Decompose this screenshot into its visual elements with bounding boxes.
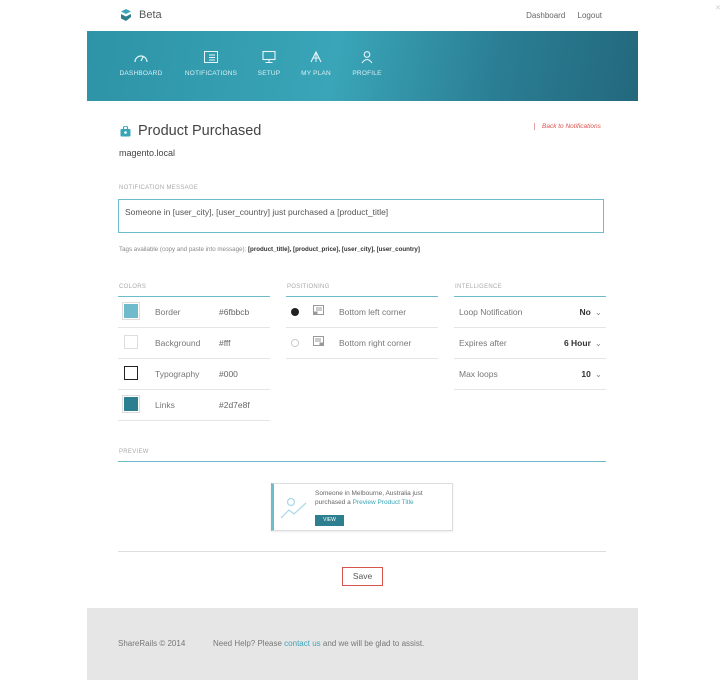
form-divider — [118, 551, 606, 552]
setting-name: Loop Notification — [459, 307, 523, 317]
position-radio-unselected[interactable] — [291, 339, 299, 347]
color-name: Typography — [155, 369, 200, 379]
color-row-border[interactable]: Border #6fbbcb — [118, 297, 270, 328]
color-value: #000 — [219, 369, 238, 379]
color-name: Links — [155, 400, 175, 410]
position-option-bottom-left[interactable]: Bottom left corner — [286, 297, 438, 328]
nav-label: DASHBOARD — [119, 70, 163, 77]
select-value: 10 — [581, 369, 591, 379]
nav-profile[interactable]: PROFILE — [351, 50, 383, 77]
position-radio-selected[interactable] — [291, 308, 299, 316]
list-icon — [204, 51, 218, 63]
contact-us-link[interactable]: contact us — [284, 639, 320, 648]
header-banner: DASHBOARD NOTIFICATIONS SETUP MY PLAN PR… — [87, 31, 638, 101]
chevron-down-icon: ⌄ — [594, 307, 602, 317]
position-option-bottom-right[interactable]: Bottom right corner — [286, 328, 438, 359]
color-name: Border — [155, 307, 181, 317]
positioning-panel: Bottom left corner Bottom right corner — [286, 296, 438, 359]
border-color-swatch[interactable] — [122, 302, 140, 320]
color-row-background[interactable]: Background #fff — [118, 328, 270, 359]
color-row-links[interactable]: Links #2d7e8f — [118, 390, 270, 421]
nav-label: NOTIFICATIONS — [184, 70, 238, 77]
bottom-right-layout-icon — [313, 336, 324, 346]
brand-name: Beta — [139, 9, 162, 21]
expires-after-row[interactable]: Expires after 6 Hour ⌄ — [454, 328, 606, 359]
nav-notifications[interactable]: NOTIFICATIONS — [183, 50, 239, 77]
shopping-bag-icon — [120, 125, 131, 136]
nav-my-plan[interactable]: MY PLAN — [299, 50, 333, 77]
message-section-label: NOTIFICATION MESSAGE — [119, 185, 199, 191]
color-value: #6fbbcb — [219, 307, 250, 317]
position-name: Bottom left corner — [339, 307, 407, 317]
logout-link[interactable]: Logout — [578, 11, 602, 20]
user-icon — [361, 51, 373, 64]
tags-available: Tags available (copy and paste into mess… — [119, 246, 420, 253]
expires-after-select[interactable]: 6 Hour ⌄ — [564, 338, 602, 349]
notification-preview-card: Someone in Melbourne, Australia just pur… — [271, 483, 453, 531]
gauge-icon — [134, 55, 148, 63]
page-title-text: Product Purchased — [138, 123, 262, 139]
footer-copyright: ShareRails © 2014 — [118, 639, 186, 648]
max-loops-row[interactable]: Max loops 10 ⌄ — [454, 359, 606, 390]
chevron-down-icon: ⌄ — [594, 338, 602, 348]
preview-image-icon — [280, 497, 307, 519]
position-name: Bottom right corner — [339, 338, 412, 348]
chevron-down-icon: ⌄ — [594, 369, 602, 379]
back-to-notifications-link[interactable]: Back to Notifications — [534, 123, 601, 130]
logo[interactable]: Beta — [119, 8, 162, 22]
site-domain: magento.local — [119, 148, 176, 158]
top-links: Dashboard Logout — [516, 11, 602, 20]
intelligence-panel: Loop Notification No ⌄ Expires after 6 Ho… — [454, 296, 606, 390]
typography-color-swatch[interactable] — [124, 366, 138, 380]
nav-setup[interactable]: SETUP — [256, 50, 282, 77]
preview-product-link[interactable]: Preview Product Title — [353, 499, 414, 506]
nav-label: MY PLAN — [301, 70, 331, 77]
colors-section-label: COLORS — [119, 284, 147, 290]
color-value: #fff — [219, 338, 231, 348]
top-bar: Beta Dashboard Logout ✕ — [87, 0, 721, 31]
nav-label: PROFILE — [352, 70, 382, 77]
footer-help: Need Help? Please contact us and we will… — [213, 639, 424, 648]
bottom-left-layout-icon — [313, 305, 324, 315]
color-value: #2d7e8f — [219, 400, 250, 410]
setting-name: Max loops — [459, 369, 498, 379]
select-value: 6 Hour — [563, 338, 591, 348]
preview-divider — [118, 461, 606, 462]
footer: ShareRails © 2014 Need Help? Please cont… — [87, 608, 638, 680]
select-value: No — [579, 307, 591, 317]
color-name: Background — [155, 338, 201, 348]
positioning-section-label: POSITIONING — [287, 284, 330, 290]
dashboard-link[interactable]: Dashboard — [526, 11, 565, 20]
intelligence-section-label: INTELLIGENCE — [455, 284, 502, 290]
monitor-icon — [262, 50, 276, 63]
close-icon[interactable]: ✕ — [715, 4, 721, 12]
help-prefix: Need Help? Please — [213, 639, 282, 648]
background-color-swatch[interactable] — [124, 335, 138, 349]
sharerails-logo-icon — [121, 9, 131, 21]
setting-name: Expires after — [459, 338, 507, 348]
tags-prefix: Tags available (copy and paste into mess… — [119, 246, 247, 253]
nav-dashboard[interactable]: DASHBOARD — [118, 50, 164, 77]
colors-panel: Border #6fbbcb Background #fff Typograph… — [118, 296, 270, 421]
preview-view-button[interactable]: VIEW — [315, 515, 344, 526]
color-row-typography[interactable]: Typography #000 — [118, 359, 270, 390]
preview-section-label: PREVIEW — [119, 449, 149, 455]
loop-notification-select[interactable]: No ⌄ — [580, 307, 602, 318]
loop-notification-row[interactable]: Loop Notification No ⌄ — [454, 297, 606, 328]
page-title: Product Purchased — [120, 123, 261, 139]
tags-list: [product_title], [product_price], [user_… — [248, 246, 420, 253]
help-suffix: and we will be glad to assist. — [322, 639, 425, 648]
nav-label: SETUP — [257, 70, 281, 77]
save-button[interactable]: Save — [342, 567, 383, 586]
links-color-swatch[interactable] — [122, 395, 140, 413]
max-loops-select[interactable]: 10 ⌄ — [581, 369, 602, 380]
preview-message: Someone in Melbourne, Australia just pur… — [315, 489, 450, 507]
plan-icon — [310, 50, 322, 63]
notification-message-input[interactable]: Someone in [user_city], [user_country] j… — [118, 199, 604, 233]
